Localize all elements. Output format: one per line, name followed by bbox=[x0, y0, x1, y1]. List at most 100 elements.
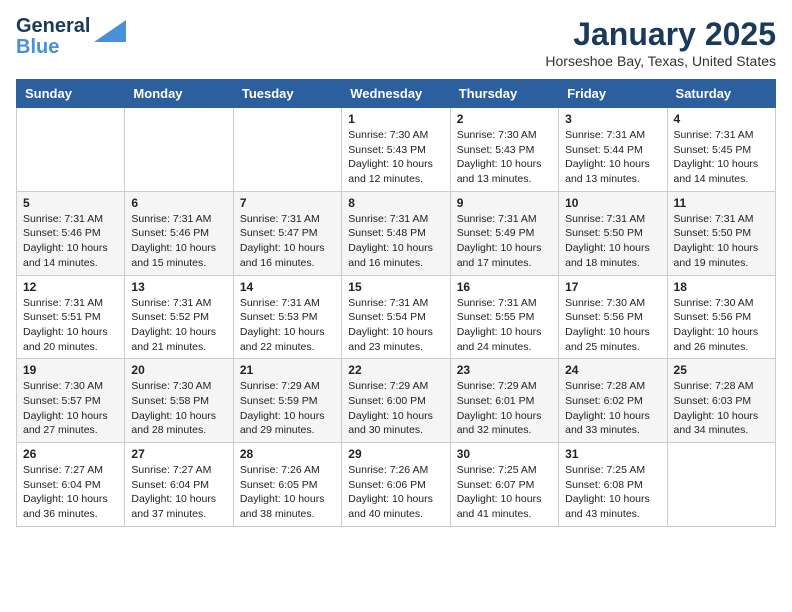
day-number: 8 bbox=[348, 196, 443, 210]
calendar-cell: 5 Sunrise: 7:31 AM Sunset: 5:46 PM Daylig… bbox=[17, 191, 125, 275]
day-info: Sunrise: 7:31 AM Sunset: 5:46 PM Dayligh… bbox=[23, 212, 118, 271]
calendar-week-row: 26 Sunrise: 7:27 AM Sunset: 6:04 PM Dayli… bbox=[17, 443, 776, 527]
calendar-cell: 22Sunrise: 7:29 AM Sunset: 6:00 PM Dayli… bbox=[342, 359, 450, 443]
day-info: Sunrise: 7:25 AM Sunset: 6:08 PM Dayligh… bbox=[565, 463, 660, 522]
calendar-cell: 6 Sunrise: 7:31 AM Sunset: 5:46 PM Daylig… bbox=[125, 191, 233, 275]
day-info: Sunrise: 7:27 AM Sunset: 6:04 PM Dayligh… bbox=[23, 463, 118, 522]
weekday-header: Sunday bbox=[17, 80, 125, 108]
day-info: Sunrise: 7:30 AM Sunset: 5:43 PM Dayligh… bbox=[457, 128, 552, 187]
weekday-header: Monday bbox=[125, 80, 233, 108]
calendar-week-row: 5 Sunrise: 7:31 AM Sunset: 5:46 PM Daylig… bbox=[17, 191, 776, 275]
day-number: 25 bbox=[674, 363, 769, 377]
day-number: 9 bbox=[457, 196, 552, 210]
day-number: 1 bbox=[348, 112, 443, 126]
calendar-cell: 15 Sunrise: 7:31 AM Sunset: 5:54 PM Dayli… bbox=[342, 275, 450, 359]
calendar-cell: 14 Sunrise: 7:31 AM Sunset: 5:53 PM Dayli… bbox=[233, 275, 341, 359]
calendar-cell: 30Sunrise: 7:25 AM Sunset: 6:07 PM Dayli… bbox=[450, 443, 558, 527]
logo-blue: Blue bbox=[16, 37, 90, 58]
day-info: Sunrise: 7:31 AM Sunset: 5:46 PM Dayligh… bbox=[131, 212, 226, 271]
day-number: 23 bbox=[457, 363, 552, 377]
calendar-cell: 9 Sunrise: 7:31 AM Sunset: 5:49 PM Daylig… bbox=[450, 191, 558, 275]
calendar-header-row: SundayMondayTuesdayWednesdayThursdayFrid… bbox=[17, 80, 776, 108]
day-number: 26 bbox=[23, 447, 118, 461]
calendar-cell: 16 Sunrise: 7:31 AM Sunset: 5:55 PM Dayli… bbox=[450, 275, 558, 359]
day-info: Sunrise: 7:31 AM Sunset: 5:44 PM Dayligh… bbox=[565, 128, 660, 187]
calendar-cell: 2 Sunrise: 7:30 AM Sunset: 5:43 PM Daylig… bbox=[450, 108, 558, 192]
calendar-cell: 11 Sunrise: 7:31 AM Sunset: 5:50 PM Dayli… bbox=[667, 191, 775, 275]
page-header: General Blue January 2025 Horseshoe Bay,… bbox=[16, 16, 776, 69]
day-number: 3 bbox=[565, 112, 660, 126]
logo-general: General bbox=[16, 16, 90, 37]
day-number: 6 bbox=[131, 196, 226, 210]
day-number: 18 bbox=[674, 280, 769, 294]
day-info: Sunrise: 7:31 AM Sunset: 5:50 PM Dayligh… bbox=[674, 212, 769, 271]
day-info: Sunrise: 7:28 AM Sunset: 6:02 PM Dayligh… bbox=[565, 379, 660, 438]
day-number: 22 bbox=[348, 363, 443, 377]
calendar-cell: 23 Sunrise: 7:29 AM Sunset: 6:01 PM Dayli… bbox=[450, 359, 558, 443]
day-info: Sunrise: 7:26 AM Sunset: 6:05 PM Dayligh… bbox=[240, 463, 335, 522]
calendar-cell: 13Sunrise: 7:31 AM Sunset: 5:52 PM Dayli… bbox=[125, 275, 233, 359]
calendar-cell: 21 Sunrise: 7:29 AM Sunset: 5:59 PM Dayli… bbox=[233, 359, 341, 443]
weekday-header: Tuesday bbox=[233, 80, 341, 108]
day-number: 11 bbox=[674, 196, 769, 210]
day-number: 28 bbox=[240, 447, 335, 461]
day-number: 21 bbox=[240, 363, 335, 377]
day-info: Sunrise: 7:31 AM Sunset: 5:53 PM Dayligh… bbox=[240, 296, 335, 355]
day-number: 15 bbox=[348, 280, 443, 294]
weekday-header: Friday bbox=[559, 80, 667, 108]
day-info: Sunrise: 7:25 AM Sunset: 6:07 PM Dayligh… bbox=[457, 463, 552, 522]
day-info: Sunrise: 7:31 AM Sunset: 5:47 PM Dayligh… bbox=[240, 212, 335, 271]
calendar-cell: 8 Sunrise: 7:31 AM Sunset: 5:48 PM Daylig… bbox=[342, 191, 450, 275]
calendar-cell: 10 Sunrise: 7:31 AM Sunset: 5:50 PM Dayli… bbox=[559, 191, 667, 275]
month-title: January 2025 bbox=[545, 16, 776, 53]
calendar-cell: 29Sunrise: 7:26 AM Sunset: 6:06 PM Dayli… bbox=[342, 443, 450, 527]
calendar-cell bbox=[667, 443, 775, 527]
day-info: Sunrise: 7:31 AM Sunset: 5:49 PM Dayligh… bbox=[457, 212, 552, 271]
day-info: Sunrise: 7:31 AM Sunset: 5:45 PM Dayligh… bbox=[674, 128, 769, 187]
day-info: Sunrise: 7:30 AM Sunset: 5:56 PM Dayligh… bbox=[565, 296, 660, 355]
calendar-cell: 4Sunrise: 7:31 AM Sunset: 5:45 PM Daylig… bbox=[667, 108, 775, 192]
day-number: 14 bbox=[240, 280, 335, 294]
day-number: 24 bbox=[565, 363, 660, 377]
day-info: Sunrise: 7:28 AM Sunset: 6:03 PM Dayligh… bbox=[674, 379, 769, 438]
logo: General Blue bbox=[16, 16, 126, 58]
calendar-cell: 31 Sunrise: 7:25 AM Sunset: 6:08 PM Dayli… bbox=[559, 443, 667, 527]
day-number: 19 bbox=[23, 363, 118, 377]
calendar-cell: 20Sunrise: 7:30 AM Sunset: 5:58 PM Dayli… bbox=[125, 359, 233, 443]
calendar-cell: 26 Sunrise: 7:27 AM Sunset: 6:04 PM Dayli… bbox=[17, 443, 125, 527]
calendar-cell: 24 Sunrise: 7:28 AM Sunset: 6:02 PM Dayli… bbox=[559, 359, 667, 443]
day-info: Sunrise: 7:31 AM Sunset: 5:48 PM Dayligh… bbox=[348, 212, 443, 271]
day-info: Sunrise: 7:27 AM Sunset: 6:04 PM Dayligh… bbox=[131, 463, 226, 522]
day-info: Sunrise: 7:31 AM Sunset: 5:50 PM Dayligh… bbox=[565, 212, 660, 271]
calendar-week-row: 12Sunrise: 7:31 AM Sunset: 5:51 PM Dayli… bbox=[17, 275, 776, 359]
day-info: Sunrise: 7:31 AM Sunset: 5:51 PM Dayligh… bbox=[23, 296, 118, 355]
day-info: Sunrise: 7:29 AM Sunset: 5:59 PM Dayligh… bbox=[240, 379, 335, 438]
title-block: January 2025 Horseshoe Bay, Texas, Unite… bbox=[545, 16, 776, 69]
weekday-header: Wednesday bbox=[342, 80, 450, 108]
calendar-cell: 1 Sunrise: 7:30 AM Sunset: 5:43 PM Daylig… bbox=[342, 108, 450, 192]
day-info: Sunrise: 7:31 AM Sunset: 5:54 PM Dayligh… bbox=[348, 296, 443, 355]
calendar-cell bbox=[125, 108, 233, 192]
day-info: Sunrise: 7:29 AM Sunset: 6:01 PM Dayligh… bbox=[457, 379, 552, 438]
day-info: Sunrise: 7:31 AM Sunset: 5:52 PM Dayligh… bbox=[131, 296, 226, 355]
day-number: 16 bbox=[457, 280, 552, 294]
day-info: Sunrise: 7:30 AM Sunset: 5:43 PM Dayligh… bbox=[348, 128, 443, 187]
logo-icon bbox=[94, 20, 126, 47]
day-number: 31 bbox=[565, 447, 660, 461]
day-info: Sunrise: 7:30 AM Sunset: 5:57 PM Dayligh… bbox=[23, 379, 118, 438]
day-number: 10 bbox=[565, 196, 660, 210]
day-number: 7 bbox=[240, 196, 335, 210]
calendar-table: SundayMondayTuesdayWednesdayThursdayFrid… bbox=[16, 79, 776, 527]
location: Horseshoe Bay, Texas, United States bbox=[545, 53, 776, 69]
calendar-week-row: 1 Sunrise: 7:30 AM Sunset: 5:43 PM Daylig… bbox=[17, 108, 776, 192]
day-info: Sunrise: 7:26 AM Sunset: 6:06 PM Dayligh… bbox=[348, 463, 443, 522]
day-number: 2 bbox=[457, 112, 552, 126]
day-number: 27 bbox=[131, 447, 226, 461]
day-info: Sunrise: 7:30 AM Sunset: 5:58 PM Dayligh… bbox=[131, 379, 226, 438]
day-info: Sunrise: 7:30 AM Sunset: 5:56 PM Dayligh… bbox=[674, 296, 769, 355]
calendar-cell: 27 Sunrise: 7:27 AM Sunset: 6:04 PM Dayli… bbox=[125, 443, 233, 527]
calendar-cell bbox=[233, 108, 341, 192]
weekday-header: Thursday bbox=[450, 80, 558, 108]
day-info: Sunrise: 7:31 AM Sunset: 5:55 PM Dayligh… bbox=[457, 296, 552, 355]
day-number: 5 bbox=[23, 196, 118, 210]
